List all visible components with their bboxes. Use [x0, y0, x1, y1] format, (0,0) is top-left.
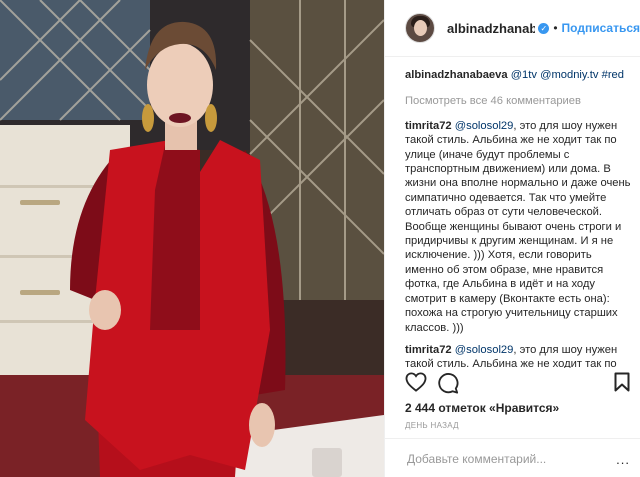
comment-username[interactable]: timrita72 — [405, 120, 452, 132]
comment-username[interactable]: timrita72 — [405, 344, 452, 356]
verified-icon: ✓ — [538, 22, 550, 34]
avatar-face — [414, 20, 427, 36]
comment-item: timrita72 @solosol29, это для шоу нужен … — [405, 119, 632, 335]
add-comment-bar: ... — [385, 438, 640, 477]
post-sidebar: albinadzhanabae... ✓ • Подписаться albin… — [384, 0, 640, 477]
follow-button[interactable]: Подписаться — [562, 21, 640, 35]
avatar[interactable] — [405, 13, 435, 43]
add-comment-input[interactable] — [405, 451, 609, 467]
action-bar — [405, 372, 630, 396]
heart-icon[interactable] — [405, 372, 427, 392]
comment-icon[interactable] — [437, 372, 459, 394]
photo-illustration — [0, 0, 384, 477]
separator-dot: • — [553, 21, 558, 35]
comment-item: timrita72 @solosol29, это для шоу нужен … — [405, 343, 632, 368]
comments-section: albinadzhanabaeva @1tv @modniy.tv #red П… — [405, 68, 632, 368]
comment-text: , это для шоу нужен такой стиль. Альбина… — [405, 119, 631, 334]
post-header: albinadzhanabae... ✓ • Подписаться — [385, 0, 640, 57]
view-all-comments-link[interactable]: Посмотреть все 46 комментариев — [405, 94, 632, 108]
post-photo[interactable] — [0, 0, 384, 477]
caption-username[interactable]: albinadzhanabaeva — [405, 69, 508, 81]
likes-count[interactable]: 2 444 отметок «Нравится» — [405, 401, 559, 415]
caption-tags[interactable]: @1tv @modniy.tv #red — [511, 69, 624, 81]
post-time[interactable]: день назад — [405, 421, 459, 430]
more-options-icon[interactable]: ... — [616, 452, 630, 467]
instagram-post: albinadzhanabae... ✓ • Подписаться albin… — [0, 0, 640, 477]
header-username[interactable]: albinadzhanabae... — [447, 21, 535, 36]
bookmark-icon[interactable] — [614, 372, 630, 392]
comment-mention[interactable]: @solosol29 — [455, 120, 514, 132]
comment-mention[interactable]: @solosol29 — [455, 344, 514, 356]
post-caption: albinadzhanabaeva @1tv @modniy.tv #red — [405, 68, 632, 82]
